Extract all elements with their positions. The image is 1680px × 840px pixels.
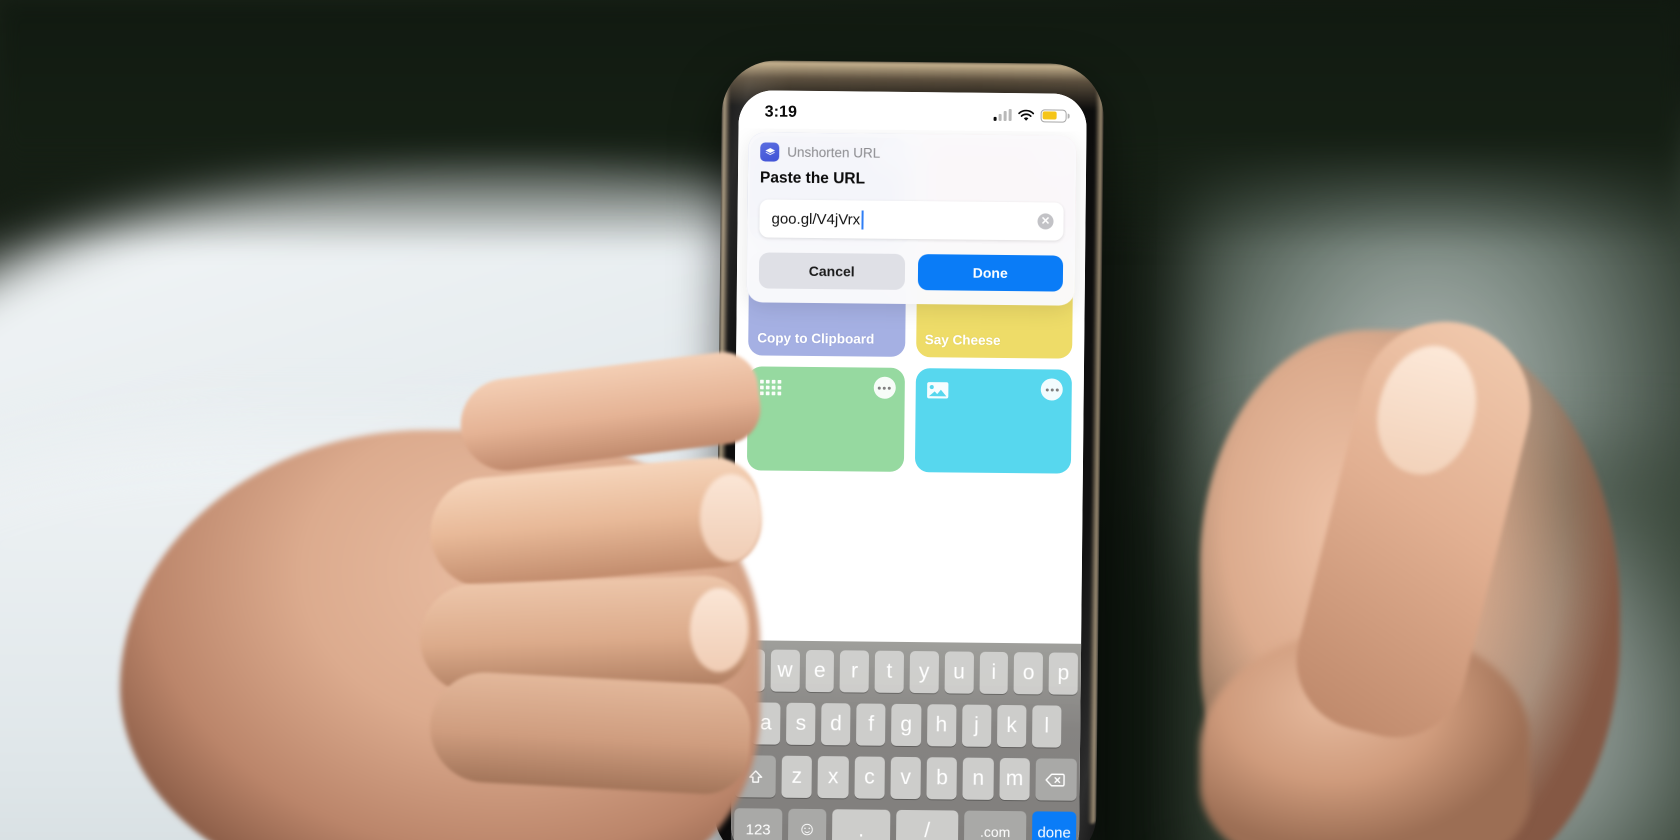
key-z[interactable]: z [781, 755, 813, 799]
photo-scene: 3:19 Copy to Clipboard Say Cheese Unshor… [0, 0, 1680, 840]
key-x[interactable]: x [817, 756, 849, 799]
key-k[interactable]: k [996, 704, 1027, 748]
dialog-title: Paste the URL [759, 169, 866, 188]
key-b[interactable]: b [926, 757, 958, 800]
key-p[interactable]: p [1048, 652, 1078, 695]
key-i[interactable]: i [979, 651, 1009, 695]
more-icon[interactable] [1040, 378, 1063, 401]
key-e[interactable]: e [805, 649, 835, 693]
dialog-actions: Cancel Done [758, 252, 1064, 292]
wifi-icon [1018, 109, 1035, 121]
key-s[interactable]: s [786, 702, 816, 746]
emoji-icon[interactable]: ☺ [787, 808, 827, 840]
iphone-device: 3:19 Copy to Clipboard Say Cheese Unshor… [713, 60, 1105, 840]
key-d[interactable]: d [821, 703, 851, 746]
key-m[interactable]: m [999, 757, 1030, 801]
key-g[interactable]: g [891, 703, 922, 747]
status-bar-time: 3:19 [764, 103, 798, 121]
done-button[interactable]: Done [917, 254, 1064, 292]
shortcuts-app-icon [760, 142, 780, 162]
key-n[interactable]: n [962, 757, 994, 800]
key-c[interactable]: c [854, 756, 885, 799]
shortcut-tile[interactable] [914, 368, 1072, 474]
key-v[interactable]: v [890, 756, 922, 800]
keyboard-row-4: 123 ☺ . / .com done [733, 808, 1077, 840]
software-keyboard: q w e r t y u i o p a s d f g h [730, 640, 1082, 840]
numbers-key[interactable]: 123 [733, 808, 783, 840]
left-hand-nail-1 [700, 474, 762, 562]
battery-icon [1040, 108, 1067, 123]
dotcom-key[interactable]: .com [963, 810, 1027, 840]
key-f[interactable]: f [856, 703, 886, 746]
shortcut-tile-label [923, 463, 1061, 464]
key-t[interactable]: t [874, 650, 905, 693]
key-r[interactable]: r [839, 650, 870, 693]
key-o[interactable]: o [1013, 652, 1044, 695]
shortcut-tile-label: Say Cheese [924, 332, 1001, 349]
key-j[interactable]: j [961, 704, 992, 747]
key-y[interactable]: y [909, 651, 939, 694]
key-h[interactable]: h [926, 704, 957, 747]
dialog-app-name: Unshorten URL [787, 144, 881, 161]
keyboard-row-2: a s d f g h j k l [735, 702, 1077, 748]
key-l[interactable]: l [1031, 705, 1062, 748]
left-hand-nail-2 [690, 588, 748, 672]
dialog-card: Unshorten URL Paste the URL goo.gl/V4jVr… [746, 132, 1077, 306]
key-u[interactable]: u [944, 651, 974, 694]
backspace-icon[interactable] [1035, 758, 1077, 801]
shortcut-tile-label [756, 461, 894, 462]
clear-circle-icon[interactable]: ✕ [1037, 213, 1054, 230]
url-input-field[interactable]: goo.gl/V4jVrx ✕ [759, 199, 1064, 241]
signal-bars-icon [993, 109, 1012, 122]
phone-screen: 3:19 Copy to Clipboard Say Cheese Unshor… [730, 90, 1087, 840]
ask-for-input-dialog: Unshorten URL Paste the URL goo.gl/V4jVr… [737, 128, 1087, 316]
keyboard-row-3: z x c v b n m [734, 755, 1077, 801]
left-hand-finger-4 [427, 669, 753, 797]
key-w[interactable]: w [770, 649, 800, 692]
period-key[interactable]: . [831, 809, 891, 840]
photo-icon [924, 377, 950, 403]
status-bar-indicators [993, 108, 1067, 123]
url-input-value: goo.gl/V4jVrx [771, 210, 861, 228]
text-caret [861, 209, 864, 230]
done-key[interactable]: done [1031, 811, 1077, 840]
dialog-app-header: Unshorten URL [760, 142, 1064, 164]
keyboard-row-1: q w e r t y u i o p [735, 649, 1078, 695]
cancel-button[interactable]: Cancel [758, 252, 905, 290]
more-icon[interactable] [873, 376, 896, 399]
slash-key[interactable]: / [895, 809, 959, 840]
status-bar: 3:19 [738, 90, 1087, 132]
